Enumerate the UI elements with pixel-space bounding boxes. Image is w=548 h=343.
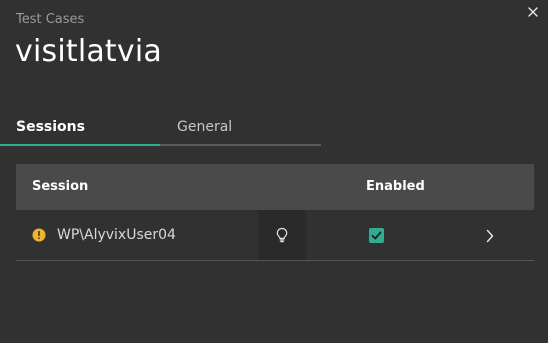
- column-header-session: Session: [32, 179, 89, 194]
- tab-bar: Sessions General: [0, 112, 321, 146]
- column-header-enabled: Enabled: [366, 179, 425, 194]
- tab-general-label: General: [177, 119, 233, 135]
- tab-sessions-label: Sessions: [16, 119, 85, 135]
- breadcrumb: Test Cases: [16, 12, 85, 27]
- checkmark-icon: [371, 231, 382, 240]
- table-header: Session Enabled: [16, 164, 534, 210]
- enabled-checkbox[interactable]: [369, 228, 384, 243]
- test-case-panel: Test Cases visitlatvia Sessions General …: [0, 0, 548, 343]
- close-icon[interactable]: [526, 5, 540, 19]
- warning-icon: [32, 228, 46, 242]
- tab-general[interactable]: General: [160, 112, 321, 146]
- lightbulb-button[interactable]: [258, 210, 306, 260]
- sessions-table: Session Enabled WP\AlyvixUser04: [16, 164, 534, 261]
- chevron-right-icon[interactable]: [482, 228, 498, 244]
- lightbulb-icon: [276, 227, 288, 243]
- tab-sessions[interactable]: Sessions: [0, 112, 160, 146]
- page-title: visitlatvia: [15, 34, 162, 69]
- session-name: WP\AlyvixUser04: [57, 227, 176, 243]
- table-row[interactable]: WP\AlyvixUser04: [16, 210, 534, 261]
